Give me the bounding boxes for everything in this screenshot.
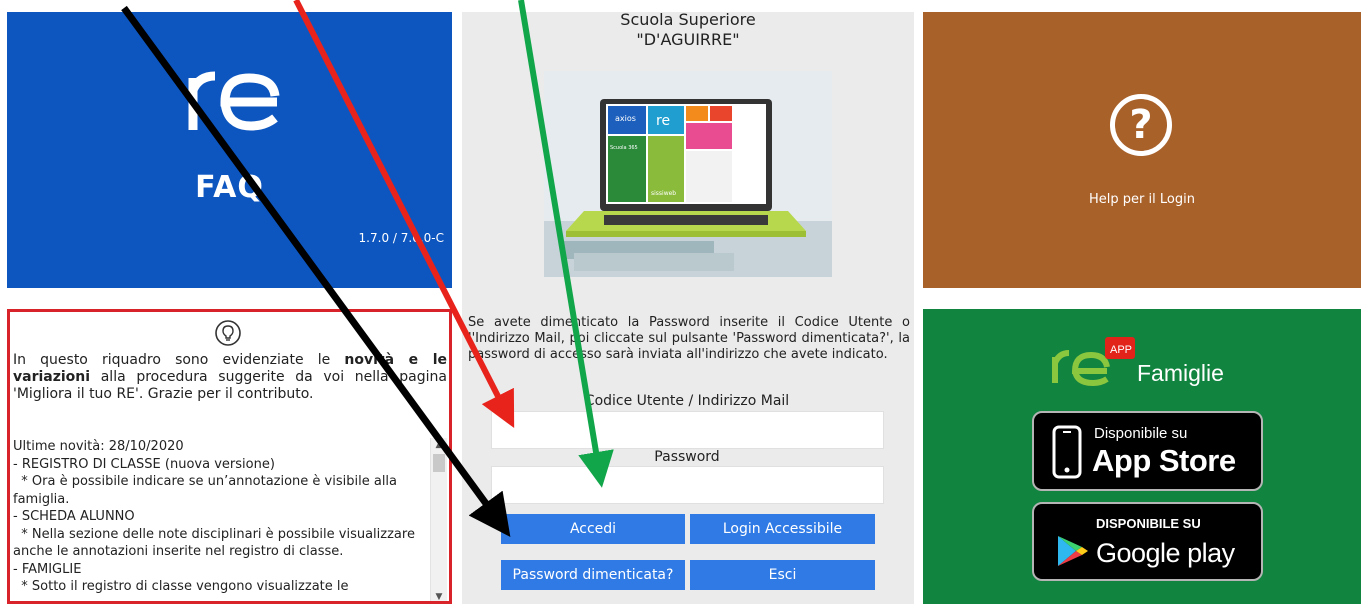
exit-button[interactable]: Esci bbox=[690, 560, 875, 590]
news-scrollbar[interactable]: ▲ ▼ bbox=[430, 438, 447, 601]
laptop-image: axios re Scuola 365 sissiweb bbox=[544, 71, 832, 277]
svg-text:Scuola 365: Scuola 365 bbox=[610, 145, 638, 151]
login-column: Scuola Superiore "D'AGUIRRE" axios re Sc… bbox=[462, 10, 914, 604]
app-store-big-text: App Store bbox=[1092, 443, 1236, 478]
svg-text:axios: axios bbox=[615, 114, 636, 123]
school-name: Scuola Superiore "D'AGUIRRE" bbox=[620, 10, 756, 49]
scroll-down-icon[interactable]: ▼ bbox=[431, 590, 447, 601]
password-input[interactable] bbox=[491, 466, 884, 504]
password-field-label: Password bbox=[654, 449, 720, 465]
forgot-password-notice: Se avete dimenticato la Password inserit… bbox=[468, 315, 910, 362]
svg-text:sissiweb: sissiweb bbox=[651, 190, 676, 197]
re-logo-icon bbox=[188, 71, 280, 131]
svg-text:Famiglie: Famiglie bbox=[1137, 360, 1224, 386]
app-famiglie-tile: APP Famiglie Disponibile su App Store DI… bbox=[923, 309, 1361, 604]
google-play-icon bbox=[1058, 536, 1088, 566]
faq-tile[interactable]: FAQ 1.7.0 / 7.0.0-C bbox=[7, 12, 452, 288]
version-label: 1.7.0 / 7.0.0-C bbox=[358, 231, 444, 245]
svg-text:re: re bbox=[656, 113, 670, 129]
question-mark-icon: ? bbox=[1110, 94, 1172, 156]
login-page: FAQ 1.7.0 / 7.0.0-C In questo riquadro s… bbox=[0, 0, 1361, 604]
news-panel: In questo riquadro sono evidenziate le n… bbox=[7, 309, 452, 604]
login-button[interactable]: Accedi bbox=[501, 514, 685, 544]
faq-title: FAQ bbox=[195, 170, 264, 205]
lightbulb-icon bbox=[215, 320, 241, 346]
svg-text:APP: APP bbox=[1110, 344, 1132, 356]
laptop-illustration: axios re Scuola 365 sissiweb bbox=[544, 71, 832, 277]
re-app-logo-icon: APP Famiglie bbox=[1052, 337, 1224, 387]
google-play-big-text: Google play bbox=[1096, 538, 1235, 568]
accessible-login-button[interactable]: Login Accessibile bbox=[690, 514, 875, 544]
app-store-button[interactable]: Disponibile su App Store bbox=[1032, 411, 1263, 491]
re-app-famiglie-logo: APP Famiglie bbox=[1051, 333, 1251, 389]
help-login-tile[interactable]: ? Help per il Login bbox=[923, 12, 1361, 288]
google-play-small-text: DISPONIBILE SU bbox=[1096, 516, 1201, 531]
google-play-button[interactable]: DISPONIBILE SU Google play bbox=[1032, 502, 1263, 581]
user-field-label: Codice Utente / Indirizzo Mail bbox=[584, 393, 790, 409]
app-store-small-text: Disponibile su bbox=[1094, 425, 1188, 442]
news-content: Ultime novità: 28/10/2020 - REGISTRO DI … bbox=[13, 439, 415, 594]
forgot-password-button[interactable]: Password dimenticata? bbox=[501, 560, 685, 590]
scroll-up-icon[interactable]: ▲ bbox=[431, 438, 447, 452]
scrollbar-thumb[interactable] bbox=[433, 454, 445, 472]
news-intro: In questo riquadro sono evidenziate le n… bbox=[13, 352, 447, 402]
help-login-label: Help per il Login bbox=[1089, 192, 1195, 207]
user-code-input[interactable] bbox=[491, 411, 884, 449]
phone-icon bbox=[1052, 425, 1082, 479]
